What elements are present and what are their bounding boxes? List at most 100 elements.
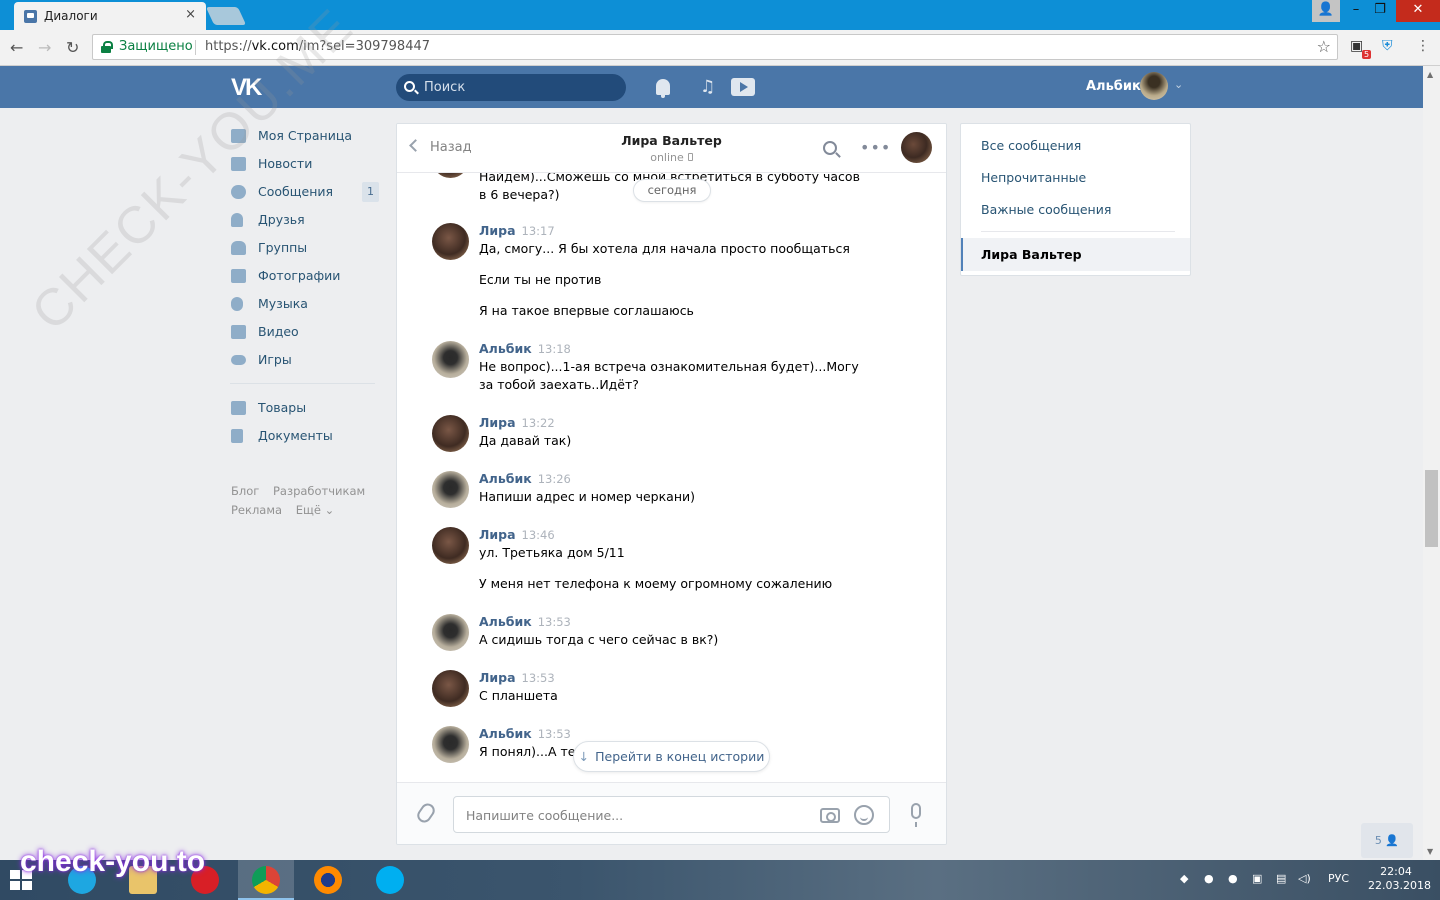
tray-icon[interactable]: ◆ <box>1180 872 1188 885</box>
restore-icon[interactable]: ❐ <box>1366 0 1394 22</box>
scroll-up-icon[interactable]: ▲ <box>1427 70 1433 79</box>
menu-item-goods[interactable]: Товары <box>230 394 380 422</box>
search-icon[interactable] <box>823 141 837 155</box>
camera-icon[interactable] <box>820 808 840 823</box>
taskbar-skype[interactable] <box>362 860 418 900</box>
system-clock[interactable]: 22:04 22.03.2018 <box>1368 865 1431 893</box>
address-bar[interactable]: Защищено https://vk.com/im?sel=309798447… <box>92 34 1338 60</box>
footer-link-more[interactable]: Ещё ⌄ <box>296 503 334 517</box>
music-icon[interactable]: ♫ <box>700 77 715 97</box>
message-author[interactable]: Альбик 13:26 <box>479 471 571 486</box>
skype-icon <box>376 866 404 894</box>
contact-avatar[interactable] <box>901 132 932 163</box>
menu-item-photos[interactable]: Фотографии <box>230 262 380 290</box>
watermark-logo: check-you.to <box>20 845 206 878</box>
url-text[interactable]: https://vk.com/im?sel=309798447 <box>205 39 430 54</box>
menu-divider <box>230 383 375 384</box>
search-input[interactable] <box>424 79 614 96</box>
footer-link-developers[interactable]: Разработчикам <box>273 484 365 498</box>
back-arrow-icon[interactable]: ← <box>10 38 23 57</box>
menu-item-my-page[interactable]: Моя Страница <box>230 122 380 150</box>
paperclip-icon[interactable] <box>414 800 438 826</box>
message-time: 13:53 <box>521 671 555 685</box>
avatar[interactable] <box>432 415 469 452</box>
avatar[interactable] <box>432 726 469 763</box>
footer-link-ads[interactable]: Реклама <box>231 503 282 517</box>
emoji-icon[interactable] <box>854 805 874 825</box>
vk-logo[interactable]: VK <box>231 74 262 102</box>
page-scrollbar[interactable]: ▲ ▼ <box>1423 66 1440 860</box>
taskbar-chrome[interactable] <box>238 860 294 900</box>
search-box[interactable] <box>396 74 626 101</box>
scrollbar-thumb[interactable] <box>1425 470 1438 547</box>
filter-important[interactable]: Важные сообщения <box>981 202 1111 217</box>
message-input[interactable] <box>466 806 796 824</box>
more-dots-icon[interactable]: ••• <box>860 138 891 157</box>
online-friends-button[interactable]: 5 👤 <box>1361 823 1413 858</box>
menu-item-video[interactable]: Видео <box>230 318 380 346</box>
message-input-box[interactable] <box>453 796 890 833</box>
header-avatar[interactable] <box>1140 72 1168 100</box>
menu-item-games[interactable]: Игры <box>230 346 380 374</box>
browser-tab[interactable]: Диалоги × <box>14 2 206 30</box>
video-play-icon[interactable] <box>731 78 755 96</box>
footer-link-blog[interactable]: Блог <box>231 484 259 498</box>
avatar[interactable] <box>432 223 469 260</box>
tray-skype-icon[interactable]: ● <box>1228 872 1238 885</box>
browser-toolbar: ← → ↻ Защищено https://vk.com/im?sel=309… <box>0 30 1440 66</box>
taskbar-firefox[interactable] <box>300 860 356 900</box>
message-time: 13:46 <box>521 528 555 542</box>
forward-arrow-icon[interactable]: → <box>38 38 51 57</box>
avatar[interactable] <box>432 341 469 378</box>
bookmark-star-icon[interactable]: ☆ <box>1317 37 1331 56</box>
menu-item-friends[interactable]: Друзья <box>230 206 380 234</box>
tab-close-icon[interactable]: × <box>185 7 196 22</box>
message-author[interactable]: Альбик 13:18 <box>479 341 571 356</box>
message-history[interactable]: Найдем)...Сможешь со мной встретиться в … <box>397 173 946 782</box>
menu-item-documents[interactable]: Документы <box>230 422 380 450</box>
message-author[interactable]: Лира 13:53 <box>479 670 555 685</box>
filter-all-messages[interactable]: Все сообщения <box>981 138 1081 153</box>
filter-unread[interactable]: Непрочитанные <box>981 170 1086 185</box>
tray-icon[interactable]: ▣ <box>1252 872 1262 885</box>
chevron-down-icon[interactable]: ⌄ <box>1174 78 1183 91</box>
profile-icon[interactable]: 👤 <box>1312 0 1340 22</box>
network-icon[interactable]: ▤ <box>1276 872 1286 885</box>
menu-item-music[interactable]: Музыка <box>230 290 380 318</box>
vk-header: VK ♫ Альбик ⌄ <box>0 66 1423 108</box>
shield-extension-icon[interactable]: ⛨ <box>1382 38 1393 54</box>
message-author[interactable]: Лира 13:17 <box>479 223 555 238</box>
avatar[interactable] <box>432 527 469 564</box>
message-author[interactable]: Альбик 13:53 <box>479 726 571 741</box>
arrow-down-icon: ↓ <box>578 749 590 764</box>
avatar[interactable] <box>432 670 469 707</box>
message-author[interactable]: Альбик 13:53 <box>479 614 571 629</box>
scroll-down-icon[interactable]: ▼ <box>1427 847 1433 856</box>
window-close-icon[interactable]: ✕ <box>1396 0 1440 22</box>
avatar[interactable] <box>432 173 469 178</box>
document-icon <box>231 429 243 443</box>
goto-end-button[interactable]: ↓ Перейти в конец истории <box>573 741 770 772</box>
header-user-name[interactable]: Альбик <box>1086 79 1141 94</box>
avatar[interactable] <box>432 614 469 651</box>
menu-item-news[interactable]: Новости <box>230 150 380 178</box>
menu-item-groups[interactable]: Группы <box>230 234 380 262</box>
language-indicator[interactable]: РУС <box>1328 872 1349 885</box>
browser-titlebar: Диалоги × 👤 – ❐ ✕ <box>0 0 1440 30</box>
volume-icon[interactable]: ◁) <box>1298 872 1311 885</box>
new-tab-button[interactable] <box>205 7 247 25</box>
notifications-bell-icon[interactable] <box>656 79 670 98</box>
active-dialog-item[interactable]: Лира Вальтер <box>961 238 1190 271</box>
message-author[interactable]: Лира 13:46 <box>479 527 555 542</box>
chat-header: Назад Лира Вальтер online ••• <box>397 124 946 173</box>
menu-item-messages[interactable]: Сообщения 1 <box>230 178 380 206</box>
lock-icon <box>101 41 113 53</box>
chrome-menu-icon[interactable]: ⋮ <box>1416 38 1430 54</box>
shopping-bag-icon <box>231 401 246 415</box>
gamepad-icon <box>231 355 246 365</box>
reload-icon[interactable]: ↻ <box>66 38 79 57</box>
microphone-icon[interactable] <box>911 803 921 827</box>
message-author[interactable]: Лира 13:22 <box>479 415 555 430</box>
tray-icon[interactable]: ● <box>1204 872 1214 885</box>
avatar[interactable] <box>432 471 469 508</box>
